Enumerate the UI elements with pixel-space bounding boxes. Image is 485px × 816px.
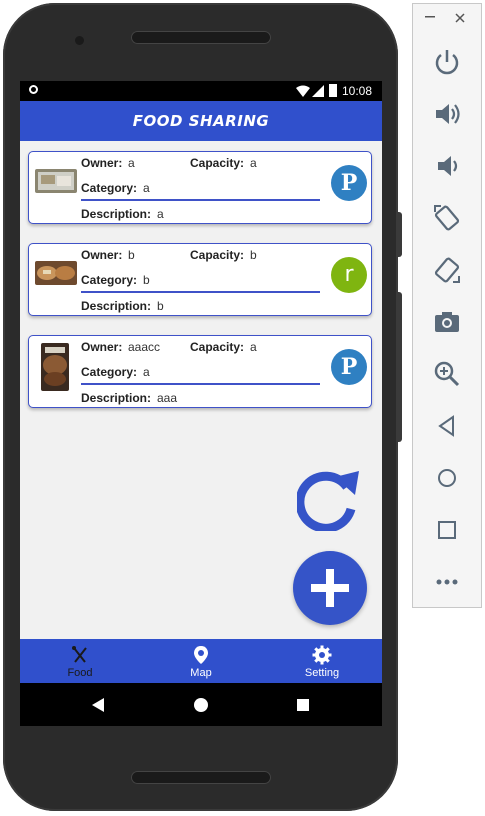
camera-icon[interactable]: [431, 306, 463, 338]
divider: [81, 199, 320, 201]
food-card[interactable]: Owner: a Capacity: a Category: a Descrip…: [28, 151, 372, 224]
capacity-label: Capacity:: [190, 156, 245, 170]
capacity-label: Capacity:: [190, 248, 245, 262]
back-icon[interactable]: [431, 410, 463, 442]
food-card[interactable]: Owner: aaacc Capacity: a Category: a Des…: [28, 335, 372, 408]
front-camera: [75, 36, 84, 45]
minimize-icon[interactable]: [425, 16, 437, 18]
signal-icon: [312, 85, 324, 97]
nav-setting[interactable]: Setting: [262, 639, 382, 683]
close-icon[interactable]: [455, 13, 465, 23]
divider: [81, 291, 320, 293]
capacity-label: Capacity:: [190, 340, 245, 354]
volume-up-icon[interactable]: [431, 98, 463, 130]
capacity-value: a: [250, 156, 257, 170]
power-icon[interactable]: [431, 46, 463, 78]
fork-knife-icon: [72, 646, 87, 663]
description-value: a: [157, 207, 164, 221]
refresh-icon[interactable]: [297, 465, 363, 531]
more-icon[interactable]: [431, 566, 463, 598]
bottom-speaker: [131, 771, 271, 784]
owner-avatar: P: [331, 349, 367, 385]
nav-food[interactable]: Food: [20, 639, 140, 683]
power-side-button[interactable]: [397, 212, 402, 257]
nav-food-label: Food: [67, 667, 93, 679]
owner-avatar: P: [331, 165, 367, 201]
owner-label: Owner:: [81, 248, 123, 262]
owner-value: b: [128, 248, 135, 262]
overview-icon[interactable]: [431, 514, 463, 546]
volume-side-button[interactable]: [397, 292, 402, 442]
divider: [81, 383, 320, 385]
capacity-value: b: [250, 248, 257, 262]
category-value: a: [143, 365, 150, 379]
food-thumbnail: [41, 343, 69, 391]
emulator-toolbar: [412, 3, 482, 608]
overview-icon[interactable]: [297, 699, 309, 711]
description-label: Description:: [81, 299, 152, 313]
nav-map-label: Map: [190, 667, 212, 679]
nav-map[interactable]: Map: [141, 639, 261, 683]
gear-icon: [312, 645, 332, 665]
back-icon[interactable]: [92, 698, 104, 712]
map-pin-icon: [194, 646, 208, 664]
capacity-value: a: [250, 340, 257, 354]
owner-label: Owner:: [81, 340, 123, 354]
zoom-icon[interactable]: [431, 358, 463, 390]
category-label: Category:: [81, 181, 138, 195]
device-screen: 10:08 FOOD SHARING Owner: a Capacity: a …: [20, 81, 382, 726]
home-icon[interactable]: [194, 698, 208, 712]
food-thumbnail: [35, 261, 77, 285]
owner-value: a: [128, 156, 135, 170]
notification-icon: [29, 85, 38, 94]
app-title: FOOD SHARING: [132, 112, 270, 130]
owner-avatar: r: [331, 257, 367, 293]
description-label: Description:: [81, 391, 152, 405]
description-value: b: [157, 299, 164, 313]
food-thumbnail: [35, 169, 77, 193]
nav-setting-label: Setting: [304, 667, 340, 679]
home-icon[interactable]: [431, 462, 463, 494]
battery-icon: [329, 84, 337, 97]
food-card[interactable]: Owner: b Capacity: b Category: b Descrip…: [28, 243, 372, 316]
system-navigation-bar: [20, 683, 382, 726]
category-label: Category:: [81, 365, 138, 379]
category-value: b: [143, 273, 150, 287]
app-bar: FOOD SHARING: [20, 101, 382, 141]
rotate-right-icon[interactable]: [431, 254, 463, 286]
description-label: Description:: [81, 207, 152, 221]
owner-value: aaacc: [128, 340, 161, 354]
bottom-navigation: Food Map Setting: [20, 639, 382, 683]
owner-label: Owner:: [81, 156, 123, 170]
category-label: Category:: [81, 273, 138, 287]
status-bar: 10:08: [20, 81, 382, 101]
category-value: a: [143, 181, 150, 195]
volume-down-icon[interactable]: [431, 150, 463, 182]
rotate-left-icon[interactable]: [431, 202, 463, 234]
status-time: 10:08: [342, 84, 373, 98]
description-value: aaa: [157, 391, 178, 405]
add-button[interactable]: [293, 551, 367, 625]
top-speaker: [131, 31, 271, 44]
wifi-icon: [296, 85, 310, 97]
plus-icon: [311, 569, 349, 607]
